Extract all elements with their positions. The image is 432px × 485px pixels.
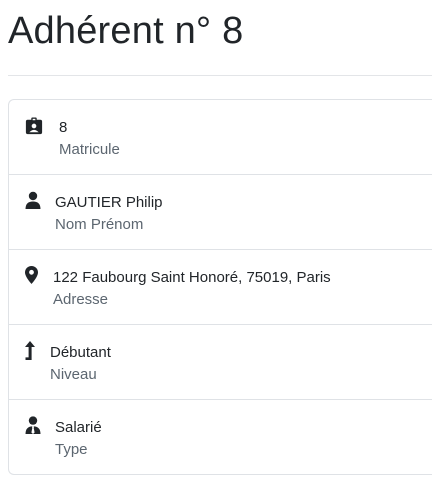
map-marker-icon — [25, 266, 38, 284]
adresse-value: 122 Faubourg Saint Honoré, 75019, Paris — [53, 269, 331, 286]
list-item-matricule: 8 Matricule — [9, 100, 432, 175]
list-item-type: Salarié Type — [9, 400, 432, 475]
user-icon — [25, 191, 41, 209]
id-badge-icon — [25, 117, 43, 135]
user-tie-icon — [25, 416, 41, 434]
matricule-label: Matricule — [59, 141, 120, 158]
list-item-adresse: 122 Faubourg Saint Honoré, 75019, Paris … — [9, 250, 432, 325]
member-details-list: 8 Matricule GAUTIER Philip Nom Prénom 12… — [8, 99, 432, 475]
type-value: Salarié — [55, 419, 102, 436]
niveau-value: Débutant — [50, 344, 111, 361]
title-divider — [8, 75, 432, 76]
list-item-niveau: Débutant Niveau — [9, 325, 432, 400]
niveau-label: Niveau — [50, 366, 97, 383]
matricule-value: 8 — [59, 119, 68, 136]
page-title: Adhérent n° 8 — [8, 10, 244, 52]
nom-prenom-label: Nom Prénom — [55, 216, 144, 233]
list-item-nom-prenom: GAUTIER Philip Nom Prénom — [9, 175, 432, 250]
type-label: Type — [55, 441, 88, 458]
adresse-label: Adresse — [53, 291, 109, 308]
level-up-icon — [25, 341, 35, 360]
nom-prenom-value: GAUTIER Philip — [55, 194, 163, 211]
